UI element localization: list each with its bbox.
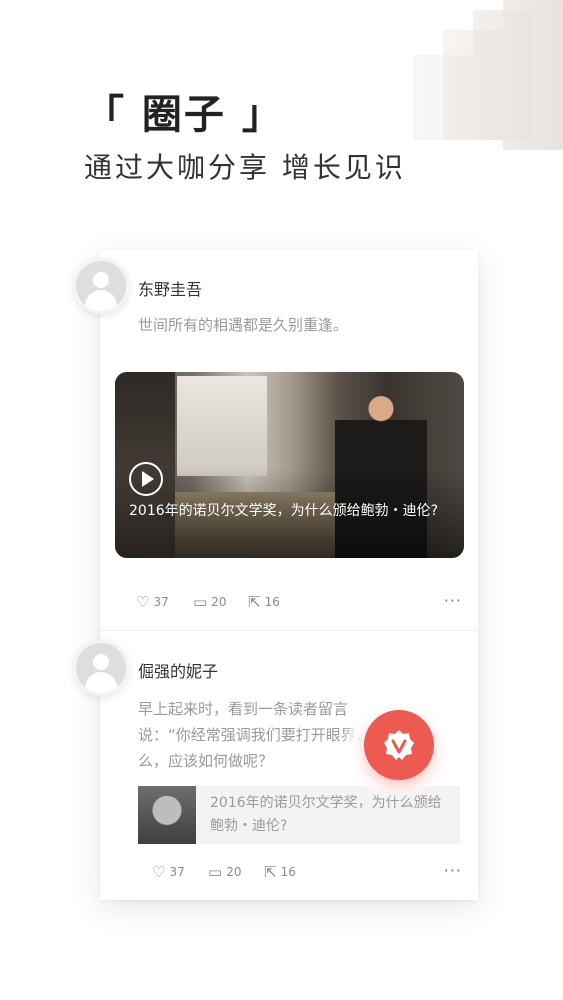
comment-button[interactable]: ▭ 20 (208, 860, 241, 884)
post-username[interactable]: 倔强的妮子 (138, 658, 218, 682)
v-badge-icon (384, 730, 414, 760)
avatar[interactable] (73, 258, 129, 314)
share-count: 16 (280, 865, 296, 879)
like-button[interactable]: ♡ 37 (136, 590, 169, 614)
play-icon[interactable] (129, 462, 163, 496)
comment-icon: ▭ (208, 863, 223, 881)
like-button[interactable]: ♡ 37 (152, 860, 185, 884)
comment-count: 20 (211, 595, 227, 609)
post-actions: ♡ 37 ▭ 20 ⇱ 16 ··· (100, 590, 478, 614)
share-icon: ⇱ (248, 593, 261, 611)
comment-button[interactable]: ▭ 20 (193, 590, 226, 614)
page-title: 「 圈子 」 (84, 91, 284, 138)
like-count: 37 (169, 865, 185, 879)
page-subtitle: 通过大咖分享 增长见识 (84, 151, 406, 184)
v-badge-button[interactable] (364, 710, 434, 780)
like-count: 37 (153, 595, 169, 609)
like-icon: ♡ (152, 863, 166, 881)
post-actions: ♡ 37 ▭ 20 ⇱ 16 ··· (100, 860, 478, 884)
comment-count: 20 (226, 865, 242, 879)
post-divider (100, 630, 478, 631)
avatar[interactable] (73, 640, 129, 696)
article-title: 2016年的诺贝尔文学奖，为什么颁给鲍勃・迪伦? (210, 795, 442, 834)
post-username[interactable]: 东野圭吾 (138, 276, 202, 300)
post-text: 世间所有的相遇都是久别重逢。 (138, 316, 349, 334)
share-icon: ⇱ (264, 863, 277, 881)
decorative-stairs (393, 0, 563, 150)
like-icon: ♡ (136, 593, 150, 611)
more-button[interactable]: ··· (444, 590, 462, 612)
more-button[interactable]: ··· (444, 860, 462, 882)
share-count: 16 (264, 595, 280, 609)
comment-icon: ▭ (193, 593, 208, 611)
share-button[interactable]: ⇱ 16 (264, 860, 296, 884)
article-thumbnail (138, 786, 196, 844)
video-caption: 2016年的诺贝尔文学奖，为什么颁给鲍勃・迪伦? (129, 503, 439, 519)
video-thumbnail[interactable]: 2016年的诺贝尔文学奖，为什么颁给鲍勃・迪伦? (115, 372, 464, 558)
share-button[interactable]: ⇱ 16 (248, 590, 280, 614)
